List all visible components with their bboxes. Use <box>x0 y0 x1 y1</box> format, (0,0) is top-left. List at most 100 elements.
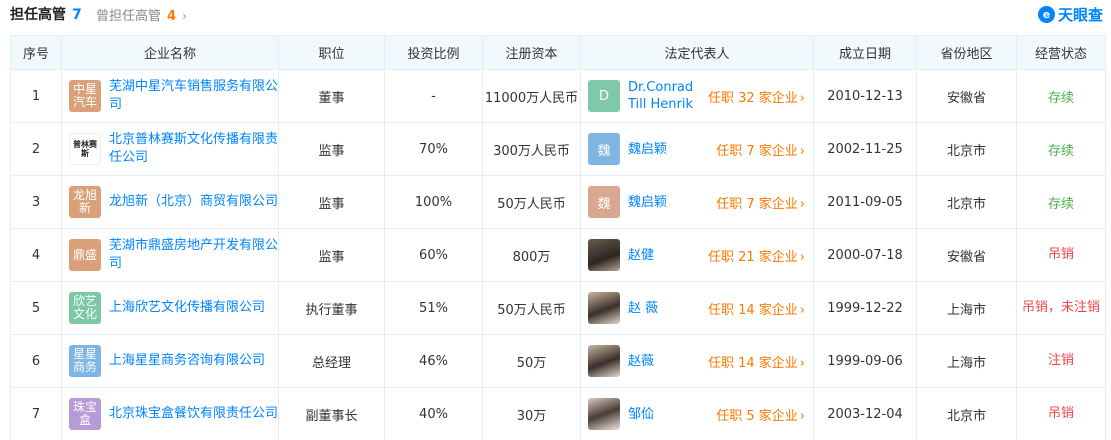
company-cell: 星星商务 上海星星商务咨询有限公司 <box>61 334 279 388</box>
row-index: 1 <box>10 69 62 123</box>
row-index: 3 <box>10 175 62 229</box>
company-cell: 珠宝盒 北京珠宝盒餐饮有限责任公司 <box>61 387 279 440</box>
legal-rep-name-link[interactable]: 魏启颖 <box>628 141 700 158</box>
chevron-right-icon: › <box>799 196 805 212</box>
capital-cell: 11000万人民币 <box>482 69 581 123</box>
legal-rep-cell: 赵 薇任职 14 家企业 › <box>580 281 814 335</box>
legal-rep-name-link[interactable]: 赵 薇 <box>628 300 700 317</box>
legal-rep-avatar[interactable] <box>588 345 620 377</box>
chevron-right-icon: › <box>799 408 805 424</box>
legal-rep-roles-link[interactable]: 任职 7 家企业 › <box>716 140 813 159</box>
company-logo: 珠宝盒 <box>69 398 101 430</box>
legal-rep-avatar[interactable]: 魏 <box>588 186 620 218</box>
col-header-capital: 注册资本 <box>482 35 581 70</box>
col-header-company: 企业名称 <box>61 35 279 70</box>
region-cell: 北京市 <box>916 175 1017 229</box>
company-logo: 鼎盛 <box>69 239 101 271</box>
legal-rep-roles-link[interactable]: 任职 5 家企业 › <box>716 405 813 424</box>
capital-cell: 50万 <box>482 334 581 388</box>
chevron-right-icon: › <box>799 90 805 106</box>
company-cell: 欣艺文化 上海欣艺文化传播有限公司 <box>61 281 279 335</box>
legal-rep-name-link[interactable]: 邹佡 <box>628 406 700 423</box>
legal-rep-avatar[interactable] <box>588 292 620 324</box>
company-cell: 龙旭新 龙旭新（北京）商贸有限公司 <box>61 175 279 229</box>
legal-rep-cell: 邹佡 任职 5 家企业 › <box>580 387 814 440</box>
capital-cell: 800万 <box>482 228 581 282</box>
col-header-date: 成立日期 <box>813 35 917 70</box>
legal-rep-avatar[interactable]: 魏 <box>588 133 620 165</box>
legal-rep-name-link[interactable]: 赵薇 <box>628 353 700 370</box>
company-name-link[interactable]: 上海星星商务咨询有限公司 <box>109 352 265 370</box>
legal-rep-avatar[interactable] <box>588 398 620 430</box>
company-name-link[interactable]: 北京珠宝盒餐饮有限责任公司 <box>109 405 278 423</box>
tab-former-executive-label: 曾担任高管 <box>96 9 162 24</box>
table-row: 1 中星汽车 芜湖中星汽车销售服务有限公司 董事 -11000万人民币 D Dr.Conra… <box>10 69 1106 123</box>
position-cell: 监事 <box>278 228 385 282</box>
position-cell: 执行董事 <box>278 281 385 335</box>
company-name-link[interactable]: 龙旭新（北京）商贸有限公司 <box>109 193 278 211</box>
legal-rep-roles-text: 任职 7 家企业 <box>716 143 798 159</box>
table-header-row: 序号 企业名称 职位 投资比例 注册资本 法定代表人 成立日期 省份地区 经营状… <box>10 35 1106 70</box>
col-header-region: 省份地区 <box>916 35 1017 70</box>
ratio-cell: - <box>384 69 483 123</box>
tianyancha-logo: e 天眼查 <box>1037 4 1103 24</box>
ratio-cell: 51% <box>384 281 483 335</box>
company-name-link[interactable]: 北京普林赛斯文化传播有限责任公司 <box>109 131 278 167</box>
company-name-link[interactable]: 上海欣艺文化传播有限公司 <box>109 299 265 317</box>
legal-rep-avatar[interactable] <box>588 239 620 271</box>
company-name-link[interactable]: 芜湖中星汽车销售服务有限公司 <box>109 78 278 114</box>
chevron-right-icon: › <box>799 249 805 265</box>
tab-current-executive[interactable]: 担任高管 7 <box>10 4 82 24</box>
company-logo: 星星商务 <box>69 345 101 377</box>
legal-rep-cell: 魏魏启颖 任职 7 家企业 › <box>580 175 814 229</box>
col-header-status: 经营状态 <box>1016 35 1106 70</box>
legal-rep-avatar[interactable]: D <box>588 80 620 112</box>
legal-rep-name-link[interactable]: 魏启颖 <box>628 194 700 211</box>
company-logo: 普林赛斯 <box>69 133 101 165</box>
logo-text: 天眼查 <box>1057 5 1103 24</box>
legal-rep-roles-text: 任职 7 家企业 <box>716 196 798 212</box>
position-cell: 总经理 <box>278 334 385 388</box>
ratio-cell: 100% <box>384 175 483 229</box>
position-cell: 副董事长 <box>278 387 385 440</box>
status-badge: 存续 <box>1016 122 1106 176</box>
status-badge: 吊销 <box>1016 387 1106 440</box>
capital-cell: 300万人民币 <box>482 122 581 176</box>
region-cell: 北京市 <box>916 122 1017 176</box>
capital-cell: 50万人民币 <box>482 175 581 229</box>
legal-rep-name-link[interactable]: Dr.Conrad Till Henrik <box>628 79 700 113</box>
row-index: 7 <box>10 387 62 440</box>
tab-former-executive-count: 4 <box>167 9 177 24</box>
legal-rep-cell: 赵健 任职 21 家企业 › <box>580 228 814 282</box>
legal-rep-name-link[interactable]: 赵健 <box>628 247 700 264</box>
region-cell: 上海市 <box>916 334 1017 388</box>
region-cell: 上海市 <box>916 281 1017 335</box>
date-cell: 2003-12-04 <box>813 387 917 440</box>
legal-rep-roles-link[interactable]: 任职 21 家企业 › <box>708 246 813 265</box>
tab-former-executive[interactable]: 曾担任高管 4 › <box>96 5 187 24</box>
legal-rep-roles-text: 任职 5 家企业 <box>716 408 798 424</box>
table-row: 2 普林赛斯 北京普林赛斯文化传播有限责任公司 监事 70% 300万人民币魏魏启颖 任职 … <box>10 122 1106 176</box>
row-index: 2 <box>10 122 62 176</box>
legal-rep-roles-link[interactable]: 任职 14 家企业 › <box>708 299 813 318</box>
chevron-right-icon: › <box>799 143 805 159</box>
status-badge: 吊销 <box>1016 228 1106 282</box>
tab-current-executive-label: 担任高管 <box>10 7 66 23</box>
col-header-position: 职位 <box>278 35 385 70</box>
tab-current-executive-count: 7 <box>72 7 82 23</box>
chevron-right-icon: › <box>799 355 805 371</box>
legal-rep-roles-link[interactable]: 任职 32 家企业 › <box>708 87 813 106</box>
status-badge: 存续 <box>1016 69 1106 123</box>
company-cell: 普林赛斯 北京普林赛斯文化传播有限责任公司 <box>61 122 279 176</box>
legal-rep-roles-link[interactable]: 任职 7 家企业 › <box>716 193 813 212</box>
date-cell: 1999-09-06 <box>813 334 917 388</box>
legal-rep-roles-link[interactable]: 任职 14 家企业 › <box>708 352 813 371</box>
row-index: 5 <box>10 281 62 335</box>
company-name-link[interactable]: 芜湖市鼎盛房地产开发有限公司 <box>109 237 278 273</box>
section-header: 担任高管 7 曾担任高管 4 › e 天眼查 <box>0 0 1111 28</box>
col-header-index: 序号 <box>10 35 62 70</box>
position-cell: 董事 <box>278 69 385 123</box>
region-cell: 北京市 <box>916 387 1017 440</box>
eye-logo-icon: e <box>1037 5 1055 23</box>
capital-cell: 50万人民币 <box>482 281 581 335</box>
